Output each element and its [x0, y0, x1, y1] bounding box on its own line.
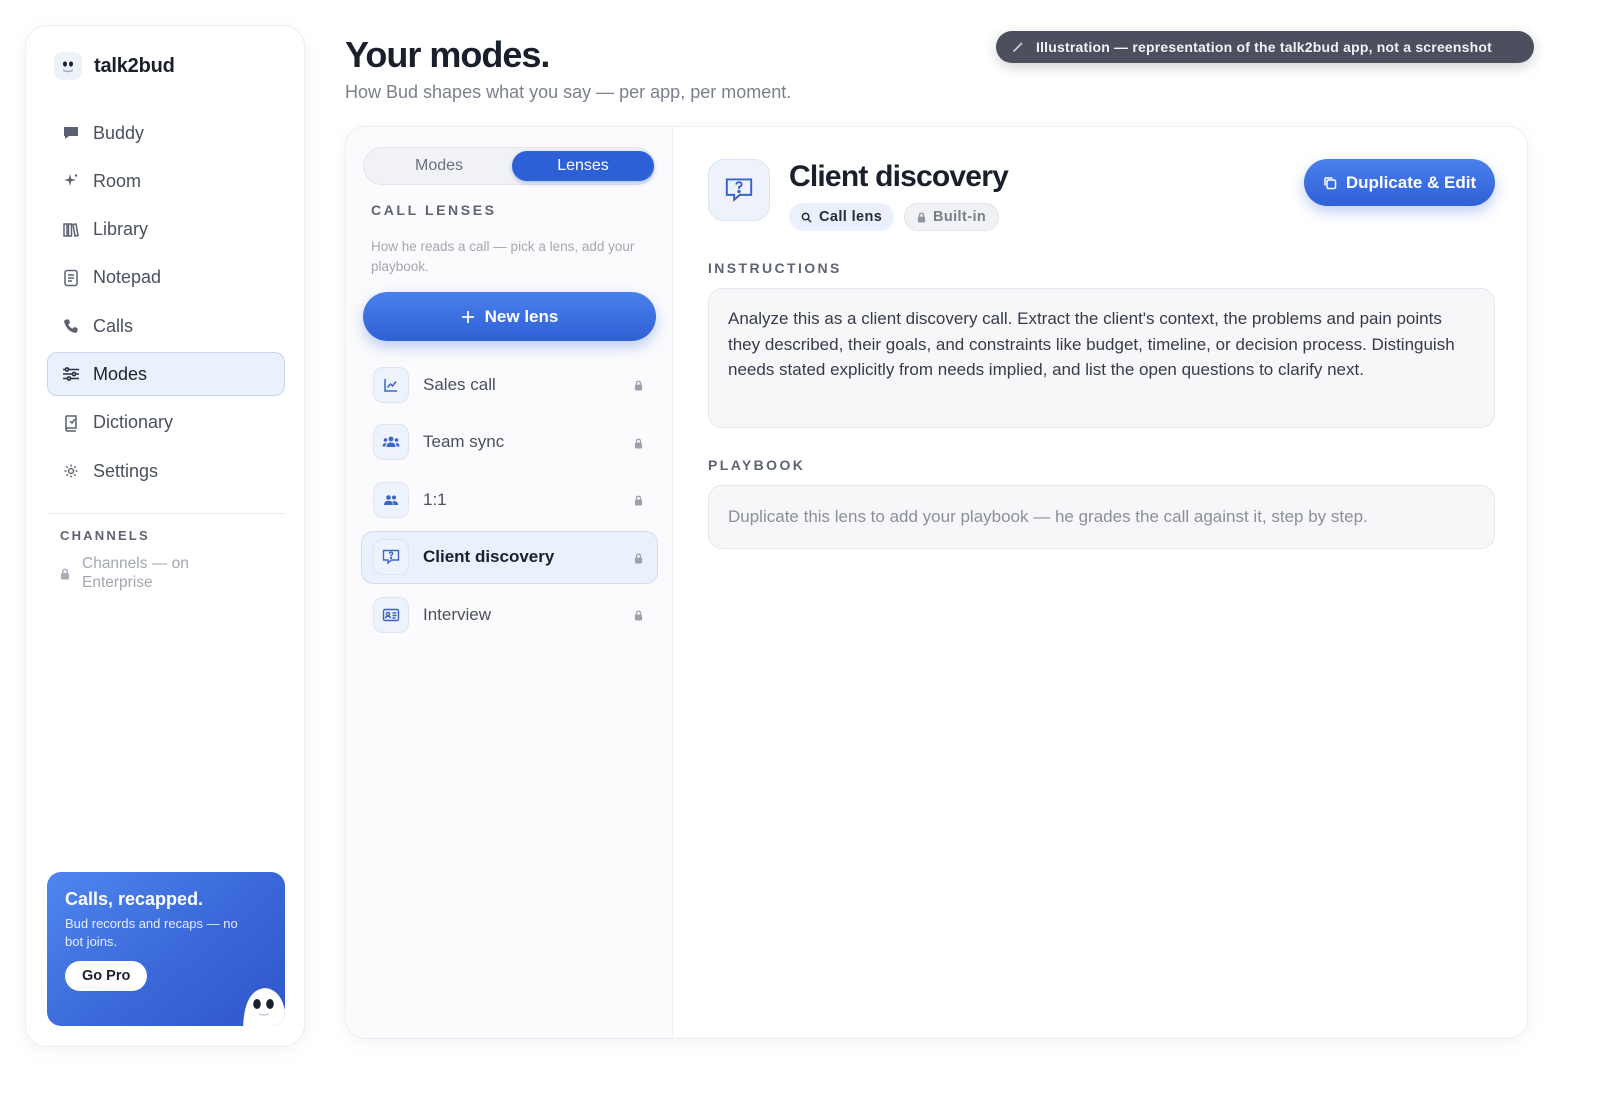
- illustration-notice-text: Illustration — representation of the tal…: [1036, 39, 1493, 55]
- sparkle-icon: [61, 171, 81, 191]
- playbook-heading: PLAYBOOK: [708, 457, 806, 473]
- wand-icon: [1012, 41, 1024, 53]
- sidebar-item-label: Calls: [93, 315, 134, 336]
- sidebar-item-label: Dictionary: [93, 412, 174, 433]
- sidebar-item-calls[interactable]: Calls: [47, 304, 285, 348]
- chart-icon: [373, 366, 409, 403]
- lens-label: Client discovery: [423, 547, 555, 566]
- books-icon: [61, 220, 81, 240]
- phone-icon: [61, 316, 81, 336]
- call-lenses-description: How he reads a call — pick a lens, add y…: [371, 239, 635, 274]
- channels-note-text: Channels — on Enterprise: [82, 555, 189, 591]
- chip-label: Built-in: [933, 209, 987, 225]
- built-in-chip: Built-in: [904, 203, 1000, 231]
- lock-icon: [60, 568, 70, 592]
- page-subtitle: How Bud shapes what you say — per app, p…: [345, 82, 792, 102]
- brand[interactable]: talk2bud: [54, 52, 175, 80]
- duplicate-edit-label: Duplicate & Edit: [1345, 172, 1477, 192]
- sidebar-item-library[interactable]: Library: [47, 208, 285, 252]
- sidebar-item-buddy[interactable]: Buddy: [47, 111, 285, 155]
- page-title: Your modes.: [345, 34, 550, 75]
- lens-label: 1:1: [423, 489, 447, 509]
- two-people-icon: [373, 481, 409, 518]
- lens-detail-title: Client discovery: [789, 160, 1009, 193]
- sidebar-item-notepad[interactable]: Notepad: [47, 256, 285, 300]
- sliders-icon: [61, 364, 81, 384]
- instructions-heading: INSTRUCTIONS: [708, 260, 842, 276]
- playbook-placeholder: Duplicate this lens to add your playbook…: [708, 485, 1495, 549]
- lens-list: Sales call Team sync 1:1 Client discover…: [361, 358, 658, 646]
- sidebar-item-dictionary[interactable]: Dictionary: [47, 401, 285, 445]
- sidebar-item-label: Room: [93, 170, 142, 191]
- lens-label: Interview: [423, 604, 492, 624]
- lock-icon: [917, 212, 926, 223]
- illustration-notice-badge: Illustration — representation of the tal…: [996, 31, 1534, 63]
- question-bubble-icon: [708, 159, 770, 221]
- lens-label: Team sync: [423, 432, 505, 451]
- question-bubble-icon: [373, 539, 409, 575]
- modes-main-card: Modes Lenses CALL LENSES How he reads a …: [345, 126, 1528, 1039]
- tab-modes[interactable]: Modes: [368, 151, 510, 181]
- new-lens-label: New lens: [484, 306, 559, 326]
- chip-label: Call lens: [819, 209, 883, 225]
- promo-title: Calls, recapped.: [65, 889, 204, 909]
- sidebar-divider: [47, 513, 285, 514]
- sidebar: talk2bud Buddy Room Library Notepad Call…: [25, 25, 305, 1047]
- go-pro-button[interactable]: Go Pro: [65, 961, 148, 991]
- sidebar-item-modes[interactable]: Modes: [47, 352, 285, 397]
- lens-item-team-sync[interactable]: Team sync: [361, 416, 658, 469]
- channels-heading: CHANNELS: [60, 528, 150, 543]
- notepad-icon: [61, 268, 81, 288]
- lens-item-client-discovery[interactable]: Client discovery: [361, 530, 658, 584]
- sidebar-item-label: Library: [93, 219, 149, 240]
- bud-mascot-icon: [237, 982, 285, 1026]
- dictionary-icon: [61, 413, 81, 433]
- call-lenses-heading: CALL LENSES: [371, 202, 497, 218]
- lock-icon: [634, 610, 643, 621]
- instructions-text: Analyze this as a client discovery call.…: [708, 288, 1495, 428]
- bud-logo-icon: [54, 52, 82, 80]
- lock-icon: [634, 495, 643, 506]
- call-lens-chip: Call lens: [789, 203, 895, 231]
- tab-lenses[interactable]: Lenses: [512, 151, 654, 181]
- channels-locked-note: Channels — on Enterprise: [60, 554, 212, 592]
- sidebar-item-room[interactable]: Room: [47, 159, 285, 203]
- sidebar-item-label: Notepad: [93, 267, 162, 288]
- new-lens-button[interactable]: New lens: [363, 292, 656, 341]
- lens-list-panel: Modes Lenses CALL LENSES How he reads a …: [346, 127, 673, 1038]
- promo-text: Bud records and recaps — no bot joins.: [65, 916, 238, 949]
- lock-icon: [634, 438, 643, 449]
- lock-icon: [634, 553, 643, 564]
- lens-item-sales-call[interactable]: Sales call: [361, 358, 658, 411]
- copy-icon: [1323, 176, 1337, 190]
- sidebar-item-label: Modes: [93, 363, 148, 384]
- sidebar-item-settings[interactable]: Settings: [47, 449, 285, 493]
- sidebar-item-label: Buddy: [93, 122, 145, 143]
- sidebar-item-label: Settings: [93, 460, 159, 481]
- gear-icon: [61, 461, 81, 481]
- lens-item-one-on-one[interactable]: 1:1: [361, 473, 658, 526]
- search-icon: [801, 212, 812, 223]
- lens-item-interview[interactable]: Interview: [361, 588, 658, 641]
- app-name: talk2bud: [94, 54, 175, 77]
- id-card-icon: [373, 596, 409, 633]
- chat-bubble-icon: [61, 123, 81, 143]
- upgrade-promo-card: Calls, recapped. Bud records and recaps …: [47, 872, 285, 1026]
- lock-icon: [634, 380, 643, 391]
- modes-lenses-toggle: Modes Lenses: [363, 147, 655, 185]
- team-icon: [373, 424, 409, 460]
- sidebar-nav: Buddy Room Library Notepad Calls Modes D…: [47, 111, 285, 497]
- plus-icon: [461, 310, 475, 324]
- lens-label: Sales call: [423, 374, 496, 394]
- duplicate-edit-button[interactable]: Duplicate & Edit: [1304, 159, 1495, 206]
